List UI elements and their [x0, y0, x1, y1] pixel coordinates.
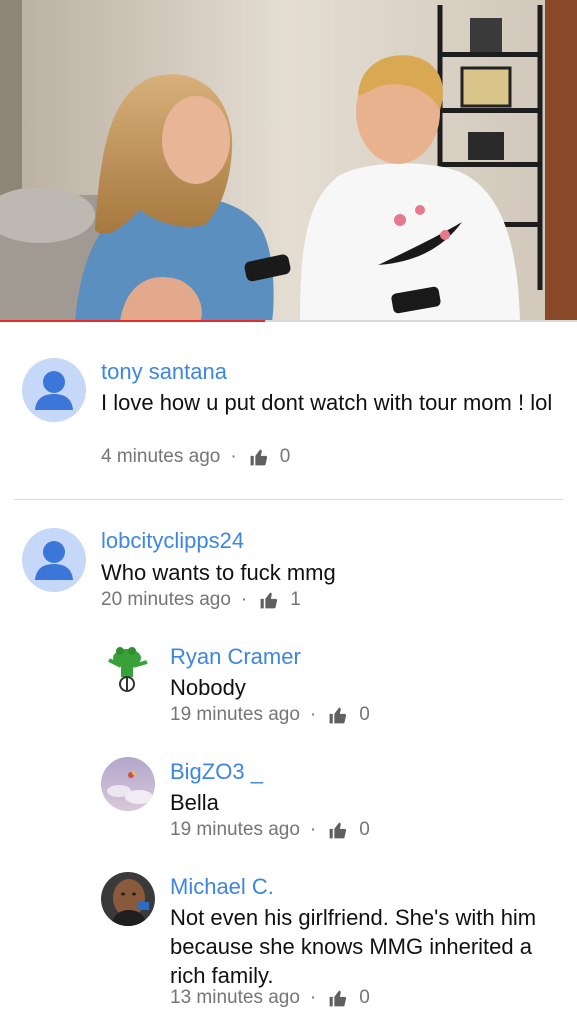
reply-author[interactable]: Michael C.	[170, 874, 274, 900]
comment-meta: 4 minutes ago · 0	[101, 446, 290, 468]
comment-divider	[14, 499, 563, 500]
reply-meta: 13 minutes ago · 0	[170, 987, 370, 1009]
video-player[interactable]	[0, 0, 577, 322]
video-progress-fill	[0, 320, 266, 322]
reply-author[interactable]: BigZO3 _	[170, 759, 263, 785]
like-count: 0	[359, 819, 370, 840]
video-frame-image	[0, 0, 577, 322]
reply-timestamp: 19 minutes ago	[170, 704, 300, 725]
like-icon[interactable]	[328, 821, 347, 840]
reply-text: Nobody	[170, 675, 246, 700]
reply-text: Not even his girlfriend. She's with him …	[170, 905, 537, 988]
comment-timestamp: 20 minutes ago	[101, 589, 231, 610]
like-icon[interactable]	[328, 706, 347, 725]
reply-timestamp: 19 minutes ago	[170, 819, 300, 840]
like-icon[interactable]	[328, 989, 347, 1008]
comment-text: Who wants to fuck mmg	[101, 560, 336, 585]
like-icon[interactable]	[259, 591, 278, 610]
man-avatar[interactable]	[101, 872, 155, 926]
reply-text: Bella	[170, 790, 219, 815]
comment-meta: 20 minutes ago · 1	[101, 589, 301, 611]
reply-meta: 19 minutes ago · 0	[170, 704, 370, 726]
reply-meta: 19 minutes ago · 0	[170, 819, 370, 841]
separator-dot: ·	[309, 987, 317, 1008]
comment-author[interactable]: lobcityclipps24	[101, 528, 244, 554]
comment-text: I love how u put dont watch with tour mo…	[101, 390, 553, 415]
like-count: 0	[359, 704, 370, 725]
comment-timestamp: 4 minutes ago	[101, 446, 221, 467]
video-progress-bar[interactable]	[0, 320, 577, 322]
frog-avatar[interactable]	[101, 638, 155, 692]
like-count: 0	[359, 987, 370, 1008]
separator-dot: ·	[309, 704, 317, 725]
sky-avatar[interactable]	[101, 757, 155, 811]
reply-timestamp: 13 minutes ago	[170, 987, 300, 1008]
like-icon[interactable]	[249, 448, 268, 467]
comment-author[interactable]: tony santana	[101, 359, 227, 385]
separator-dot: ·	[240, 589, 248, 610]
reply-author[interactable]: Ryan Cramer	[170, 644, 301, 670]
separator-dot: ·	[309, 819, 317, 840]
default-user-icon[interactable]	[22, 358, 86, 422]
like-count: 0	[279, 446, 291, 467]
separator-dot: ·	[230, 446, 237, 467]
like-count: 1	[290, 589, 301, 610]
default-user-icon[interactable]	[22, 528, 86, 592]
